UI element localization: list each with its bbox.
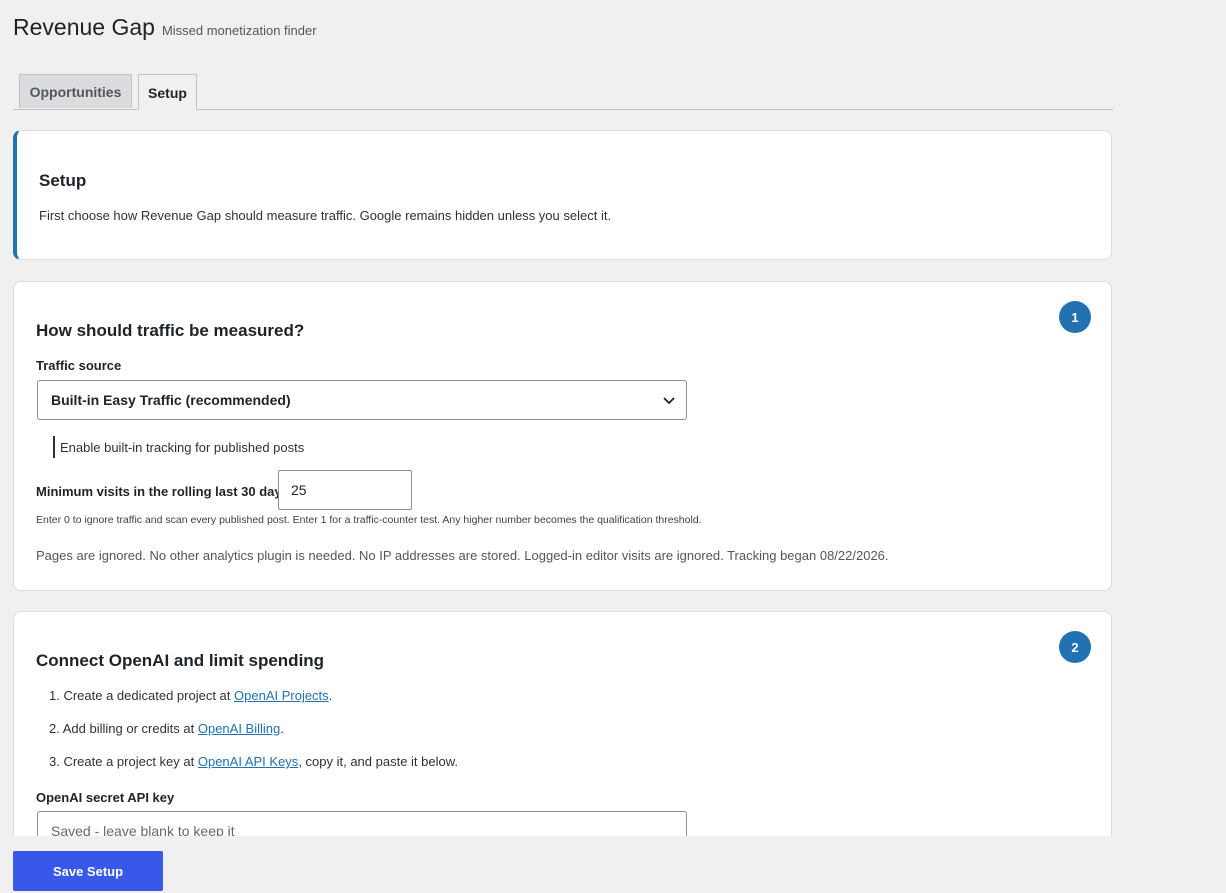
min-visits-hint: Enter 0 to ignore traffic and scan every… bbox=[36, 514, 702, 526]
list-item: 2. Add billing or credits at OpenAI Bill… bbox=[49, 721, 458, 754]
openai-api-keys-link[interactable]: OpenAI API Keys bbox=[198, 754, 298, 769]
list-item: 1. Create a dedicated project at OpenAI … bbox=[49, 688, 458, 721]
step-text: 2. Add billing or credits at bbox=[49, 721, 198, 736]
traffic-source-select[interactable]: Built-in Easy Traffic (recommended) bbox=[37, 380, 687, 420]
toggle-indicator bbox=[53, 436, 55, 458]
step-text: 3. Create a project key at bbox=[49, 754, 198, 769]
tracking-toggle-label: Enable built-in tracking for published p… bbox=[60, 439, 305, 455]
openai-projects-link[interactable]: OpenAI Projects bbox=[234, 688, 329, 703]
tab-setup[interactable]: Setup bbox=[138, 74, 197, 110]
step-text: , copy it, and paste it below. bbox=[298, 754, 459, 769]
page-subtitle: Missed monetization finder bbox=[161, 23, 317, 38]
traffic-source-label: Traffic source bbox=[36, 358, 122, 373]
tracking-toggle[interactable]: Enable built-in tracking for published p… bbox=[53, 436, 304, 458]
tracking-note: Pages are ignored. No other analytics pl… bbox=[36, 548, 889, 563]
min-visits-label: Minimum visits in the rolling last 30 da… bbox=[36, 484, 289, 499]
chevron-down-icon bbox=[663, 397, 675, 405]
step-badge: 2 bbox=[1059, 631, 1091, 663]
step-badge: 1 bbox=[1059, 301, 1091, 333]
page-header: Revenue Gap Missed monetization finder bbox=[13, 14, 317, 41]
traffic-step-card: 1 How should traffic be measured? Traffi… bbox=[13, 281, 1112, 591]
list-item: 3. Create a project key at OpenAI API Ke… bbox=[49, 754, 458, 787]
api-key-label: OpenAI secret API key bbox=[36, 790, 175, 805]
setup-steps-list: 1. Create a dedicated project at OpenAI … bbox=[49, 688, 458, 787]
step-text: 1. Create a dedicated project at bbox=[49, 688, 235, 703]
save-setup-button[interactable]: Save Setup bbox=[13, 851, 163, 891]
setup-intro-card: Setup First choose how Revenue Gap shoul… bbox=[13, 130, 1112, 260]
traffic-source-value: Built-in Easy Traffic (recommended) bbox=[51, 392, 291, 408]
min-visits-input[interactable] bbox=[278, 470, 412, 510]
page-title: Revenue Gap bbox=[13, 14, 155, 40]
tab-opportunities[interactable]: Opportunities bbox=[19, 74, 132, 108]
step-text: . bbox=[280, 721, 284, 736]
footer-bar: Save Setup bbox=[13, 836, 1112, 893]
openai-billing-link[interactable]: OpenAI Billing bbox=[198, 721, 280, 736]
step-title: How should traffic be measured? bbox=[36, 321, 305, 340]
intro-title: Setup bbox=[39, 171, 87, 190]
intro-description: First choose how Revenue Gap should meas… bbox=[39, 208, 612, 223]
step-text: . bbox=[328, 688, 333, 703]
step-title: Connect OpenAI and limit spending bbox=[36, 651, 325, 670]
tab-bar: Opportunities Setup bbox=[13, 74, 1113, 110]
